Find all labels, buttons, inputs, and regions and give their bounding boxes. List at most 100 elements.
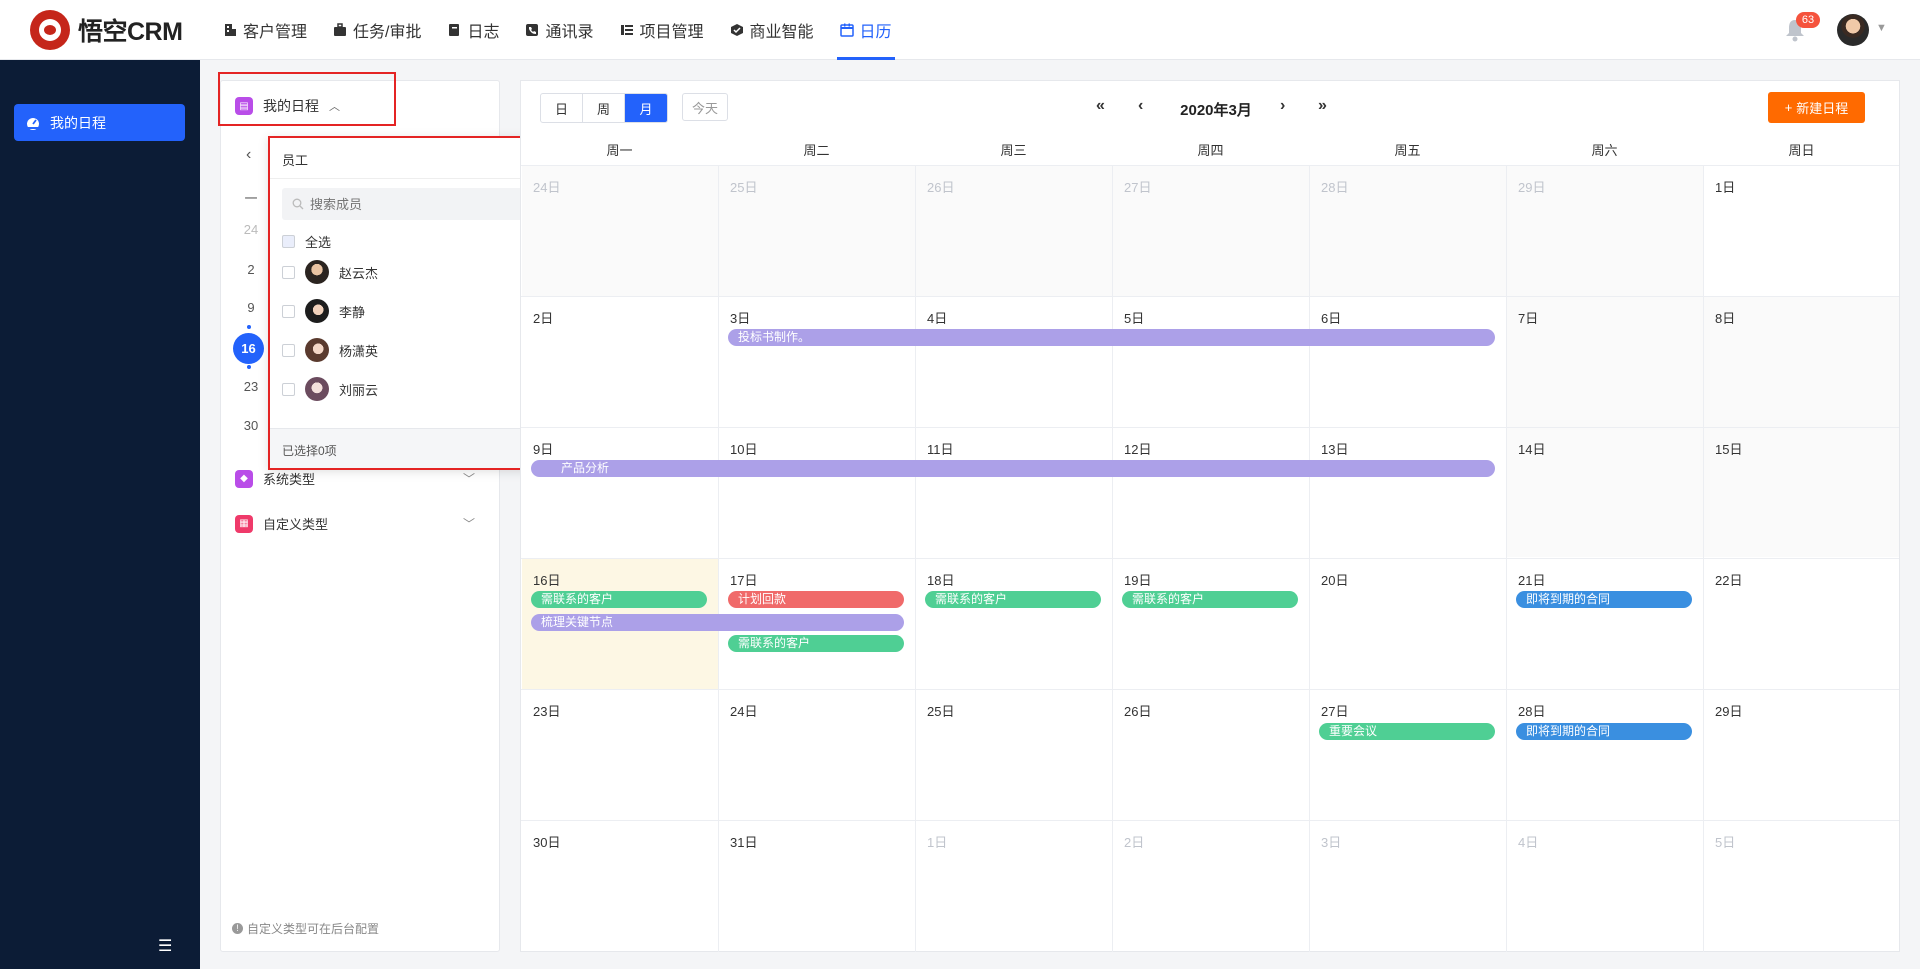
grid-line: [521, 689, 1899, 690]
nav-item-customer[interactable]: 客户管理: [210, 0, 320, 60]
event-bar[interactable]: 梳理关键节点: [531, 614, 904, 631]
day-number[interactable]: 9日: [533, 439, 553, 458]
sidebar-item-my-schedule[interactable]: 我的日程: [14, 104, 185, 141]
event-bar[interactable]: 投标书制作。: [728, 329, 1495, 346]
event-bar[interactable]: 即将到期的合同: [1516, 591, 1692, 608]
nav-item-project[interactable]: 项目管理: [607, 0, 717, 60]
view-month-button[interactable]: 月: [625, 94, 667, 122]
day-number[interactable]: 14日: [1518, 439, 1545, 458]
day-number[interactable]: 12日: [1124, 439, 1151, 458]
day-number[interactable]: 20日: [1321, 570, 1348, 589]
event-bar[interactable]: 计划回款: [728, 591, 904, 608]
system-type-section[interactable]: ◆ 系统类型 ﹀: [235, 469, 475, 488]
mini-cal-day[interactable]: 24: [238, 222, 264, 237]
day-number[interactable]: 2日: [533, 308, 553, 327]
day-number[interactable]: 13日: [1321, 439, 1348, 458]
day-number[interactable]: 5日: [1124, 308, 1144, 327]
day-number[interactable]: 11日: [927, 439, 954, 458]
day-number[interactable]: 30日: [533, 832, 560, 851]
day-number[interactable]: 23日: [533, 701, 560, 720]
day-number[interactable]: 1日: [1715, 177, 1735, 196]
day-number[interactable]: 21日: [1518, 570, 1545, 589]
nav-item-contacts[interactable]: 通讯录: [512, 0, 606, 60]
day-number[interactable]: 6日: [1321, 308, 1341, 327]
day-number[interactable]: 18日: [927, 570, 954, 589]
event-bar[interactable]: 产品分析: [531, 460, 1495, 477]
checkbox[interactable]: [282, 382, 295, 396]
member-row[interactable]: 赵云杰: [282, 260, 378, 284]
mini-cal-day[interactable]: 2: [238, 262, 264, 277]
mini-cal-day[interactable]: 23: [238, 379, 264, 394]
day-number[interactable]: 29日: [1518, 177, 1545, 196]
day-number[interactable]: 10日: [730, 439, 757, 458]
next-year-icon[interactable]: »: [1318, 97, 1327, 115]
day-number[interactable]: 19日: [1124, 570, 1151, 589]
event-bar[interactable]: 重要会议: [1319, 723, 1495, 740]
day-number[interactable]: 3日: [1321, 832, 1341, 851]
day-number[interactable]: 8日: [1715, 308, 1735, 327]
view-week-button[interactable]: 周: [583, 94, 625, 122]
prev-year-icon[interactable]: «: [1096, 97, 1105, 115]
event-bar[interactable]: 需联系的客户: [925, 591, 1101, 608]
user-avatar[interactable]: [1837, 14, 1869, 46]
member-search[interactable]: [282, 188, 554, 220]
day-number[interactable]: 1日: [927, 832, 947, 851]
day-number[interactable]: 26日: [927, 177, 954, 196]
checkbox[interactable]: [282, 235, 295, 248]
mini-cal-day[interactable]: 9: [238, 300, 264, 315]
search-icon: [292, 198, 304, 210]
select-all-row[interactable]: 全选: [282, 232, 331, 251]
day-number[interactable]: 28日: [1518, 701, 1545, 720]
day-number[interactable]: 4日: [1518, 832, 1538, 851]
collapse-menu-icon[interactable]: ☰: [158, 936, 180, 955]
day-number[interactable]: 7日: [1518, 308, 1538, 327]
day-number[interactable]: 29日: [1715, 701, 1742, 720]
event-bar[interactable]: 需联系的客户: [728, 635, 904, 652]
today-button[interactable]: 今天: [682, 93, 728, 121]
nav-item-task[interactable]: 任务/审批: [320, 0, 434, 60]
panel-footer-note: ! 自定义类型可在后台配置: [232, 920, 379, 937]
prev-month-icon[interactable]: ‹: [1138, 97, 1143, 115]
checkbox[interactable]: [282, 304, 295, 318]
event-bar[interactable]: 即将到期的合同: [1516, 723, 1692, 740]
day-number[interactable]: 27日: [1321, 701, 1348, 720]
day-number[interactable]: 28日: [1321, 177, 1348, 196]
day-number[interactable]: 22日: [1715, 570, 1742, 589]
member-row[interactable]: 李静: [282, 299, 365, 323]
checkbox[interactable]: [282, 343, 295, 357]
member-row[interactable]: 刘丽云: [282, 377, 378, 401]
chevron-down-icon[interactable]: ▼: [1876, 22, 1887, 34]
logo[interactable]: 悟空CRM: [30, 10, 183, 50]
nav-item-log[interactable]: 日志: [434, 0, 512, 60]
view-day-button[interactable]: 日: [541, 94, 583, 122]
custom-type-section[interactable]: ▦ 自定义类型 ﹀: [235, 514, 475, 533]
day-number[interactable]: 24日: [730, 701, 757, 720]
nav-item-bi[interactable]: 商业智能: [717, 0, 827, 60]
day-number[interactable]: 24日: [533, 177, 560, 196]
monkey-logo-icon: [30, 10, 70, 50]
day-number[interactable]: 5日: [1715, 832, 1735, 851]
chevron-left-icon[interactable]: ‹: [246, 146, 251, 164]
next-month-icon[interactable]: ›: [1280, 97, 1285, 115]
day-number[interactable]: 17日: [730, 570, 757, 589]
day-number[interactable]: 3日: [730, 308, 750, 327]
day-number[interactable]: 15日: [1715, 439, 1742, 458]
event-bar[interactable]: 需联系的客户: [531, 591, 707, 608]
day-number[interactable]: 26日: [1124, 701, 1151, 720]
day-number[interactable]: 25日: [927, 701, 954, 720]
day-number[interactable]: 4日: [927, 308, 947, 327]
day-number[interactable]: 31日: [730, 832, 757, 851]
day-number[interactable]: 16日: [533, 570, 560, 589]
mini-cal-today[interactable]: 16: [233, 333, 264, 364]
day-number[interactable]: 27日: [1124, 177, 1151, 196]
day-number[interactable]: 2日: [1124, 832, 1144, 851]
event-bar[interactable]: 需联系的客户: [1122, 591, 1298, 608]
day-number[interactable]: 25日: [730, 177, 757, 196]
member-row[interactable]: 杨潇英: [282, 338, 378, 362]
new-schedule-button[interactable]: + 新建日程: [1768, 92, 1865, 123]
member-name: 杨潇英: [339, 343, 379, 359]
search-input[interactable]: [310, 196, 530, 212]
nav-item-calendar[interactable]: 日历: [827, 0, 905, 60]
mini-cal-day[interactable]: 30: [238, 418, 264, 433]
checkbox[interactable]: [282, 265, 295, 279]
